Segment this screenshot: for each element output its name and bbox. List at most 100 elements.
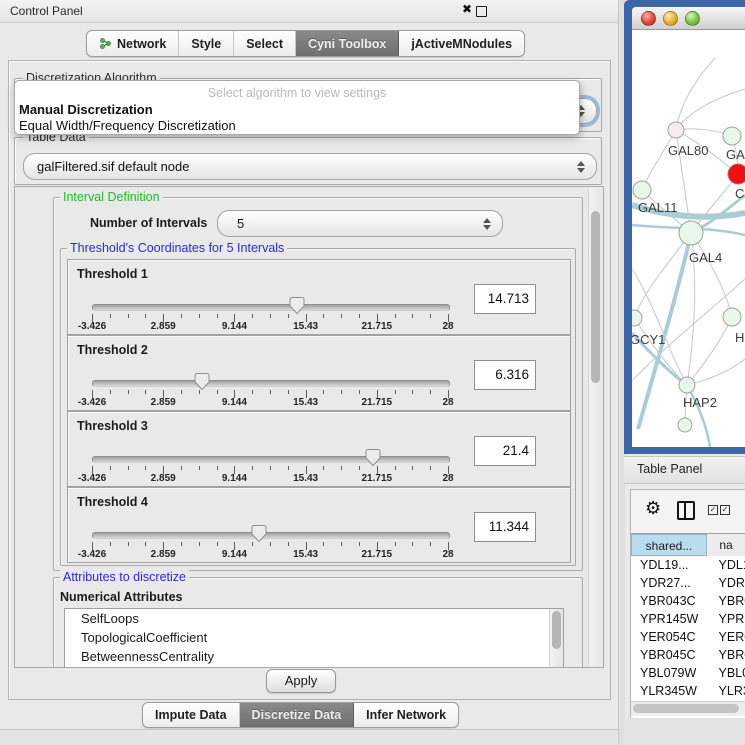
tab-infer-network[interactable]: Infer Network [354, 703, 458, 727]
network-window-titlebar[interactable] [632, 7, 745, 30]
table-row-ybr043c[interactable]: YBR043CYBR0 [631, 592, 745, 610]
table-hscrollbar[interactable] [631, 701, 745, 716]
cell-shared-name[interactable]: YBR045C [631, 646, 713, 664]
cell-name[interactable]: YBL0 [713, 664, 745, 682]
close-traffic-light-icon[interactable] [641, 11, 656, 26]
network-node-c[interactable] [728, 164, 745, 184]
table-data-combo[interactable]: galFiltered.sif default node [23, 153, 597, 180]
network-node-gal11[interactable] [633, 181, 651, 199]
table-hscrollbar-thumb[interactable] [633, 704, 739, 713]
close-icon[interactable]: ✖ [462, 2, 472, 16]
table-panel: ⚙ ✓ ✓ shared...na YDL19...YDL1YDR27...YD… [630, 489, 745, 719]
attribute-item-selfloops[interactable]: SelfLoops [65, 609, 563, 628]
cell-name[interactable]: YER0 [713, 628, 745, 646]
network-node-gal80[interactable] [668, 122, 684, 138]
bottom-tab-bar: Impute DataDiscretize Data Infer Network [142, 702, 459, 728]
cell-name[interactable]: YBR0 [713, 592, 745, 610]
attributes-scrollbar[interactable] [549, 609, 563, 667]
cell-name[interactable]: YDL1 [713, 556, 745, 574]
threshold-label: Threshold 4 [77, 495, 148, 509]
table-row-yer054c[interactable]: YER054CYER0 [631, 628, 745, 646]
threshold-box-2: Threshold 2-3.4262.8599.14415.4321.71528… [67, 335, 571, 411]
cell-name[interactable]: YBR0 [713, 646, 745, 664]
tab-discretize-data[interactable]: Discretize Data [240, 703, 355, 727]
gear-icon[interactable]: ⚙ [645, 498, 661, 520]
minimize-traffic-light-icon[interactable] [663, 11, 678, 26]
cell-name[interactable]: YPR1 [713, 610, 745, 628]
viewport-scrollbar[interactable] [588, 187, 603, 665]
slider-track[interactable] [92, 532, 450, 539]
slider-thumb[interactable] [251, 524, 267, 543]
attributes-scrollbar-thumb[interactable] [552, 611, 561, 649]
cell-shared-name[interactable]: YLR345W [631, 682, 713, 700]
slider-track[interactable] [92, 380, 450, 387]
attribute-item-betweennesscentrality[interactable]: BetweennessCentrality [65, 647, 563, 666]
network-node-gal4[interactable] [679, 221, 703, 245]
cell-shared-name[interactable]: YPR145W [631, 610, 713, 628]
tab-jactivemnodules[interactable]: jActiveMNodules [399, 31, 524, 56]
panel-title: Control Panel [10, 4, 83, 18]
tab-network[interactable]: Network [87, 31, 179, 56]
network-node-gcy1[interactable] [632, 310, 642, 326]
tab-label: Infer Network [366, 708, 446, 722]
threshold-value-field[interactable]: 14.713 [474, 284, 536, 314]
cell-name[interactable]: YLR3 [713, 682, 745, 700]
apply-button[interactable]: Apply [266, 669, 336, 693]
numerical-attributes-heading: Numerical Attributes [60, 590, 182, 604]
network-node-hap2[interactable] [679, 377, 695, 393]
table-row-ybr045c[interactable]: YBR045CYBR0 [631, 646, 745, 664]
slider-track[interactable] [92, 304, 450, 311]
axis-tick-label: 9.144 [222, 397, 247, 408]
threshold-box-3: Threshold 3-3.4262.8599.14415.4321.71528… [67, 411, 571, 487]
slider-track[interactable] [92, 456, 450, 463]
network-node-ga[interactable] [723, 127, 741, 145]
application: Control Panel ✖ NetworkStyleSelectCyni T… [0, 0, 745, 745]
column-header-na[interactable]: na [707, 534, 745, 556]
axis-tick-label: -3.426 [78, 473, 106, 484]
combo-arrows-icon [570, 161, 596, 173]
tab-cyni-toolbox[interactable]: Cyni Toolbox [296, 31, 399, 56]
table-row-ydr27[interactable]: YDR27...YDR2 [631, 574, 745, 592]
cell-shared-name[interactable]: YDL19... [631, 556, 713, 574]
table-row-ydl19[interactable]: YDL19...YDL1 [631, 556, 745, 574]
table-row-ybl079w[interactable]: YBL079WYBL0 [631, 664, 745, 682]
algorithm-option-manual-discretization[interactable]: Manual Discretization [18, 102, 576, 117]
cell-shared-name[interactable]: YER054C [631, 628, 713, 646]
checkbox-icon[interactable]: ✓ [708, 505, 718, 515]
cell-name[interactable]: YDR2 [713, 574, 745, 592]
tab-style[interactable]: Style [179, 31, 234, 56]
table-panel-title: Table Panel [637, 462, 702, 476]
slider-thumb[interactable] [365, 448, 381, 467]
network-node[interactable] [678, 418, 692, 432]
slider-thumb[interactable] [194, 372, 210, 391]
tab-impute-data[interactable]: Impute Data [143, 703, 240, 727]
tab-label: jActiveMNodules [411, 37, 512, 51]
viewport-scrollbar-thumb[interactable] [591, 211, 600, 383]
network-canvas[interactable]: GAL80GACGAL11GAL4GCY1HHAP2 [632, 29, 745, 447]
table-row-ypr145w[interactable]: YPR145WYPR1 [631, 610, 745, 628]
tab-select[interactable]: Select [234, 31, 296, 56]
axis-tick-label: 2.859 [151, 321, 176, 332]
cell-shared-name[interactable]: YBR043C [631, 592, 713, 610]
checkbox-icon[interactable]: ✓ [720, 505, 730, 515]
threshold-value-field[interactable]: 6.316 [474, 360, 536, 390]
attribute-item-topologicalcoefficient[interactable]: TopologicalCoefficient [65, 628, 563, 647]
spinner-arrows-icon [476, 218, 502, 230]
cell-shared-name[interactable]: YDR27... [631, 574, 713, 592]
cell-shared-name[interactable]: YBL079W [631, 664, 713, 682]
number-of-intervals-spinner[interactable]: 5 [217, 210, 503, 237]
zoom-traffic-light-icon[interactable] [685, 11, 700, 26]
threshold-value-field[interactable]: 11.344 [474, 512, 536, 542]
threshold-value-field[interactable]: 21.4 [474, 436, 536, 466]
axis-tick-label: 28 [442, 549, 453, 560]
split-columns-icon[interactable] [677, 501, 695, 520]
axis-tick-label: 2.859 [151, 473, 176, 484]
float-icon[interactable] [476, 6, 487, 17]
algorithm-option-equal-width-frequency-discretization[interactable]: Equal Width/Frequency Discretization [18, 118, 576, 133]
control-panel-titlebar: Control Panel ✖ [0, 0, 618, 23]
network-node-h[interactable] [723, 308, 741, 326]
slider-ticks [92, 466, 448, 475]
slider-thumb[interactable] [289, 296, 305, 315]
column-header-shared[interactable]: shared... [631, 534, 707, 556]
table-row-ylr345w[interactable]: YLR345WYLR3 [631, 682, 745, 700]
